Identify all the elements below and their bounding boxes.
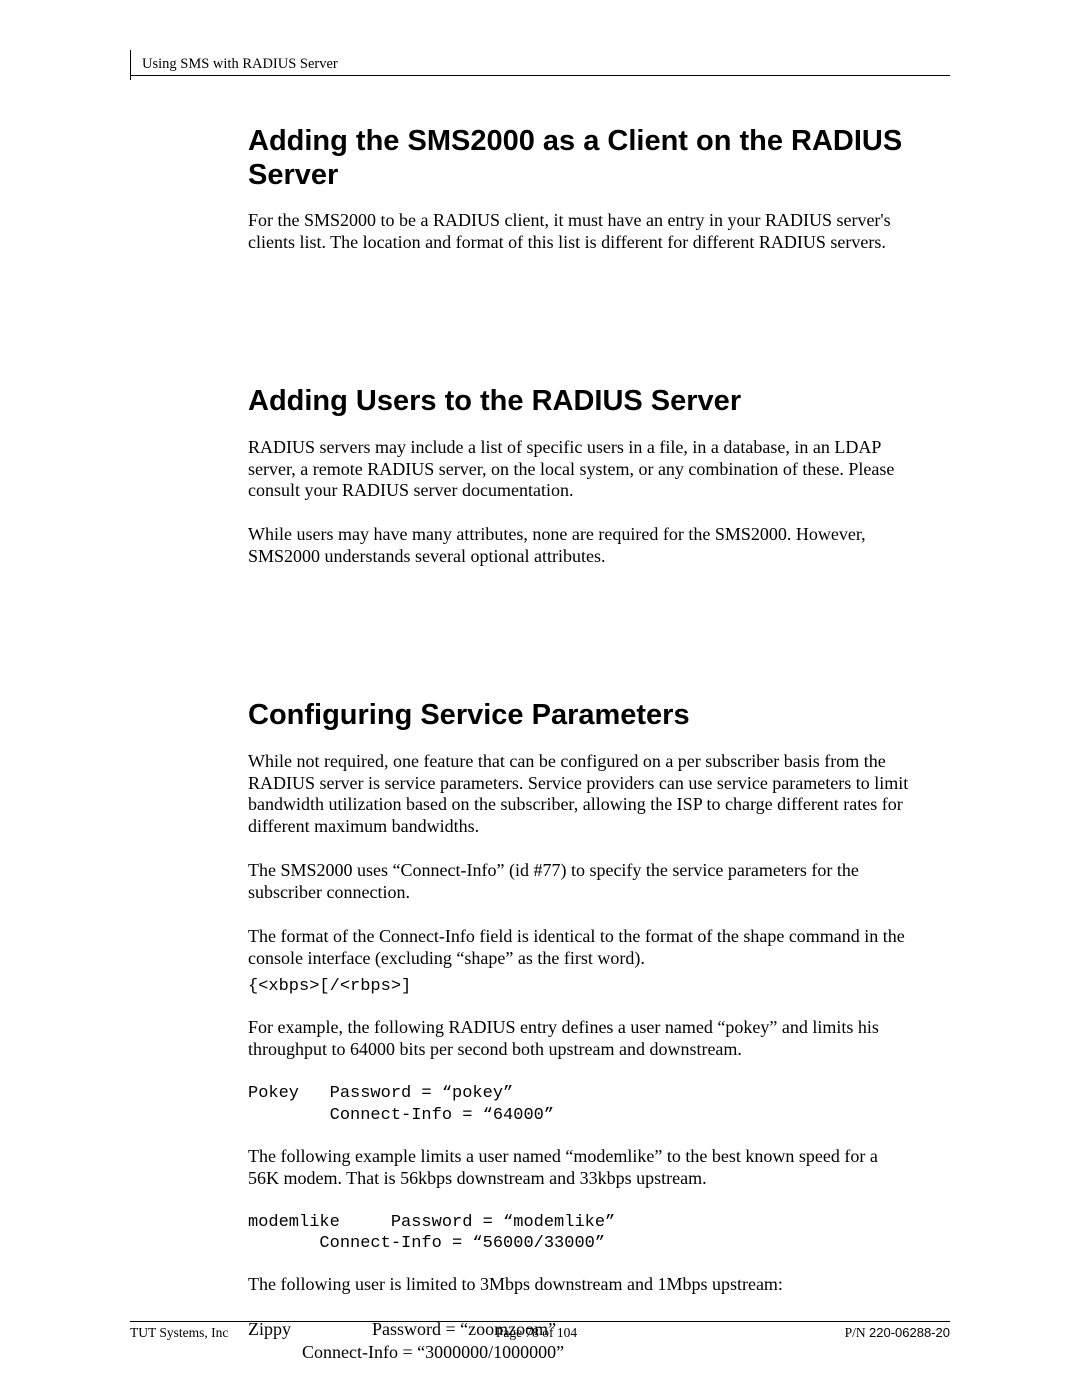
para-s3-6: The following user is limited to 3Mbps d… [248,1274,910,1296]
para-s2-2: While users may have many attributes, no… [248,524,910,568]
heading-add-users: Adding Users to the RADIUS Server [248,384,910,418]
heading-config-params: Configuring Service Parameters [248,698,910,732]
code-example-pokey: Pokey Password = “pokey” Connect-Info = … [248,1083,910,1126]
header-vertical-rule [130,50,131,80]
footer-pn-value: 220-06288-20 [869,1325,950,1340]
heading-add-client: Adding the SMS2000 as a Client on the RA… [248,124,910,192]
footer-part-number: P/N 220-06288-20 [845,1325,950,1341]
footer-pn-label: P/N [845,1325,869,1340]
running-header: Using SMS with RADIUS Server [142,56,950,75]
header-rule [130,75,950,76]
para-s3-1: While not required, one feature that can… [248,751,910,839]
footer-company: TUT Systems, Inc [130,1325,228,1341]
para-s3-5: The following example limits a user name… [248,1146,910,1190]
para-s3-4: For example, the following RADIUS entry … [248,1017,910,1061]
code-example-modemlike: modemlike Password = “modemlike” Connect… [248,1212,910,1255]
main-content: Adding the SMS2000 as a Client on the RA… [248,124,910,1363]
para-s3-2: The SMS2000 uses “Connect-Info” (id #77)… [248,860,910,904]
para-s1-1: For the SMS2000 to be a RADIUS client, i… [248,210,910,254]
footer-rule [130,1321,950,1322]
para-s3-3: The format of the Connect-Info field is … [248,926,910,970]
footer-page-number: Page 78 of 104 [496,1325,577,1341]
page-footer: TUT Systems, Inc Page 78 of 104 P/N 220-… [130,1321,950,1341]
syntax-block: {<xbps>[/<rbps>] [248,976,910,997]
para-s2-1: RADIUS servers may include a list of spe… [248,437,910,503]
